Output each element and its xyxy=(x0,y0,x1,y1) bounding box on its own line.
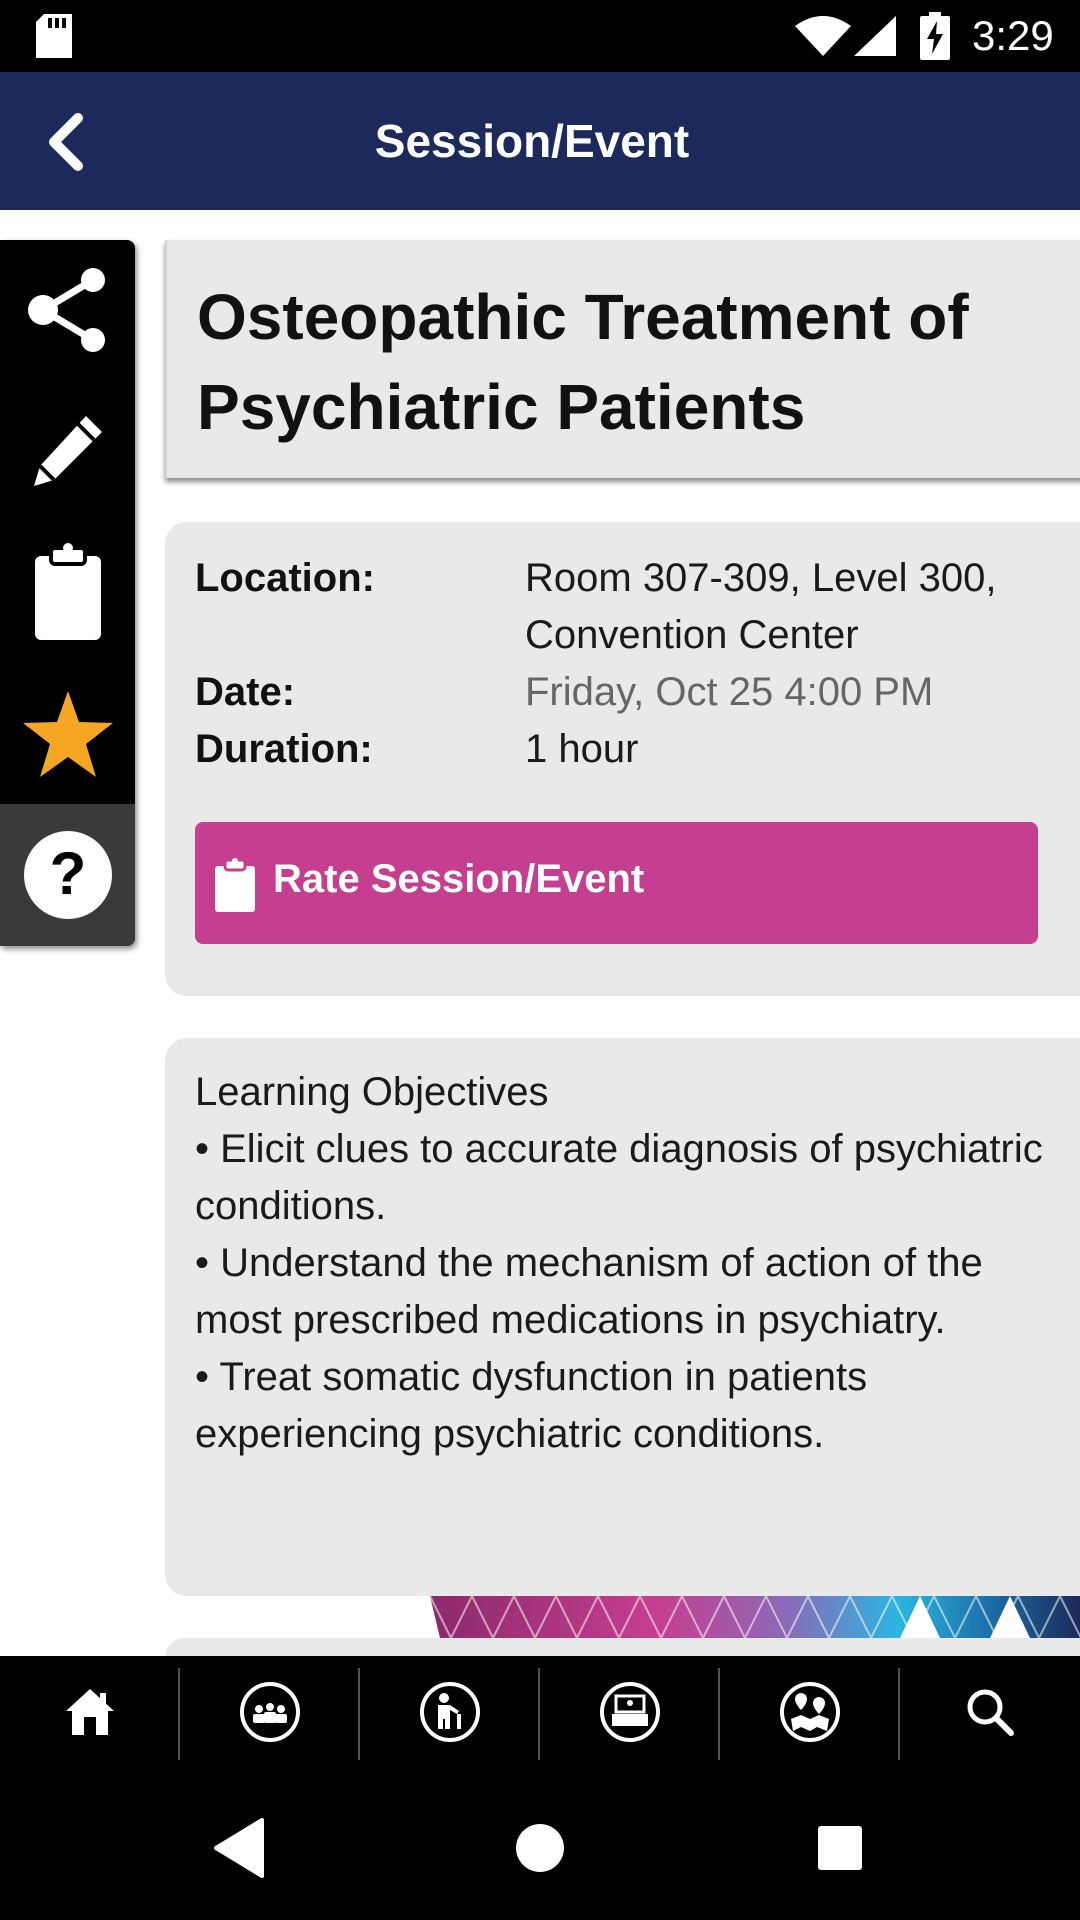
bottom-nav xyxy=(0,1656,1080,1768)
location-label: Location: xyxy=(195,556,375,600)
nav-speakers[interactable] xyxy=(360,1656,539,1768)
speaker-icon xyxy=(419,1682,480,1742)
battery-charging-icon xyxy=(920,12,950,60)
system-nav xyxy=(0,1768,1080,1920)
map-icon xyxy=(779,1682,840,1742)
app-header: Session/Event xyxy=(0,72,1080,210)
status-bar: 3:29 xyxy=(0,0,1080,72)
survey-button[interactable] xyxy=(0,522,135,662)
nav-home[interactable] xyxy=(0,1656,179,1768)
clipboard-icon xyxy=(215,858,255,912)
help-button[interactable]: ? xyxy=(0,804,135,946)
objective-item: • Understand the mechanism of action of … xyxy=(195,1241,983,1342)
sd-card-icon xyxy=(36,14,72,58)
rate-session-button[interactable]: Rate Session/Event xyxy=(195,822,1038,944)
nav-maps[interactable] xyxy=(720,1656,899,1768)
chevron-left-icon[interactable] xyxy=(44,112,88,172)
session-title: Osteopathic Treatment of Psychiatric Pat… xyxy=(197,281,969,443)
status-time: 3:29 xyxy=(972,12,1054,59)
system-recents-button[interactable] xyxy=(800,1808,880,1888)
rate-session-label: Rate Session/Event xyxy=(273,857,645,901)
pencil-icon xyxy=(33,416,102,486)
objectives-heading: Learning Objectives xyxy=(195,1070,549,1114)
favorite-button[interactable] xyxy=(0,664,135,804)
home-circle-icon xyxy=(516,1824,564,1872)
help-button-inner[interactable]: ? xyxy=(0,804,135,946)
svg-text:?: ? xyxy=(49,840,86,907)
system-home-button[interactable] xyxy=(500,1808,580,1888)
star-icon xyxy=(22,691,113,777)
back-triangle-icon xyxy=(214,1818,264,1878)
signal-icon xyxy=(854,16,896,56)
wifi-icon xyxy=(795,16,851,56)
home-icon xyxy=(65,1689,114,1735)
duration-label: Duration: xyxy=(195,727,373,771)
date-label: Date: xyxy=(195,670,296,714)
share-icon xyxy=(27,268,105,352)
session-info-card: Location: Room 307-309, Level 300, Conve… xyxy=(165,522,1080,996)
side-toolbar: ? xyxy=(0,240,135,946)
system-back-button[interactable] xyxy=(200,1808,280,1888)
date-value: Friday, Oct 25 4:00 PM xyxy=(525,670,934,714)
attendees-icon xyxy=(239,1682,300,1742)
decorative-banner xyxy=(430,1596,1080,1638)
session-title-card: Osteopathic Treatment of Psychiatric Pat… xyxy=(165,240,1080,478)
recents-square-icon xyxy=(818,1826,862,1870)
learning-objectives-text: Learning Objectives • Elicit clues to ac… xyxy=(195,1064,1055,1463)
exhibitor-icon xyxy=(599,1682,660,1742)
objective-item: • Elicit clues to accurate diagnosis of … xyxy=(195,1127,1043,1228)
objective-item: • Treat somatic dysfunction in patients … xyxy=(195,1355,868,1456)
nav-attendees[interactable] xyxy=(180,1656,359,1768)
learning-objectives-card: Learning Objectives • Elicit clues to ac… xyxy=(165,1038,1080,1596)
page-title: Session/Event xyxy=(374,115,690,167)
nav-exhibitors[interactable] xyxy=(540,1656,719,1768)
notes-button[interactable] xyxy=(0,380,135,520)
clipboard-icon xyxy=(34,543,101,640)
search-icon xyxy=(967,1689,1014,1736)
duration-value: 1 hour xyxy=(525,727,639,771)
share-button[interactable] xyxy=(0,240,135,380)
help-icon: ? xyxy=(23,831,112,919)
location-value: Room 307-309, Level 300, Convention Cent… xyxy=(525,556,997,657)
nav-search[interactable] xyxy=(900,1656,1079,1768)
next-card-edge xyxy=(165,1638,1080,1658)
